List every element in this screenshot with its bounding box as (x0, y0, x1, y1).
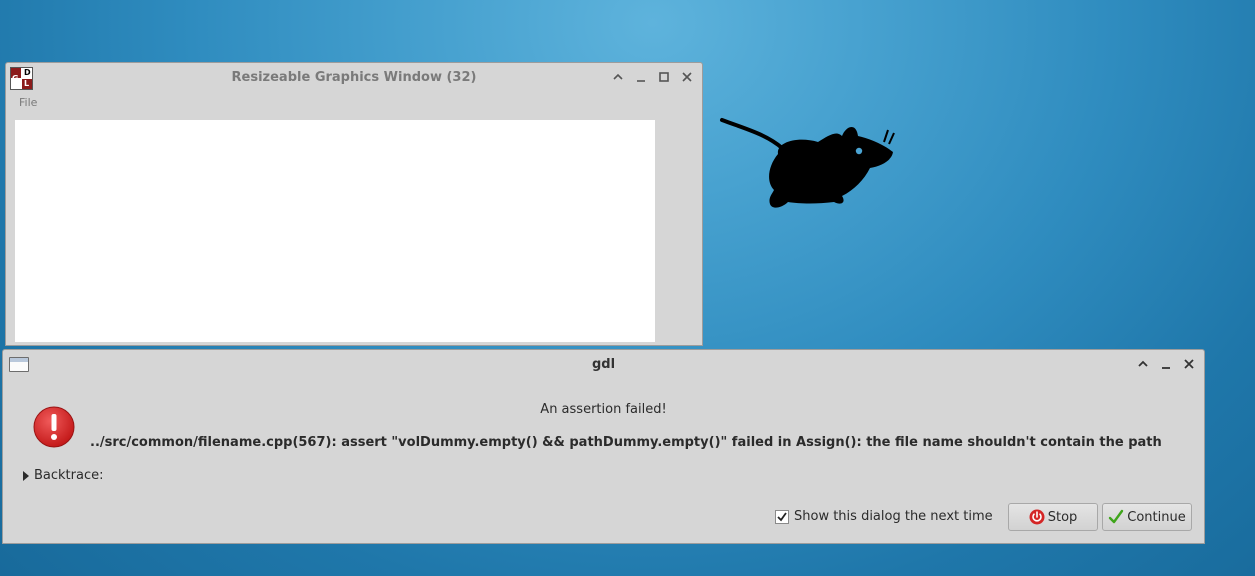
expander-arrow-icon (23, 470, 29, 481)
graphics-canvas[interactable] (15, 120, 655, 342)
checkmark-icon (777, 511, 787, 521)
chevron-up-icon (613, 73, 623, 80)
xfce-mouse-icon (720, 118, 895, 208)
close-icon (682, 72, 692, 82)
maximize-button[interactable] (655, 68, 673, 86)
backtrace-expander[interactable]: Backtrace: (23, 468, 104, 483)
dialog-minimize-button[interactable] (1157, 355, 1175, 373)
stop-label: Stop (1047, 509, 1078, 525)
continue-label: Continue (1127, 509, 1186, 525)
checkmark-icon (1109, 509, 1124, 524)
assertion-dialog: gdl An assertion failed! ../src/common/f… (2, 349, 1205, 544)
menu-file[interactable]: File (19, 96, 37, 109)
show-dialog-checkbox[interactable]: Show this dialog the next time (775, 509, 993, 524)
continue-button[interactable]: Continue (1102, 503, 1192, 531)
backtrace-label: Backtrace: (34, 468, 104, 483)
checkbox-box[interactable] (775, 509, 789, 524)
stop-button[interactable]: Stop (1008, 503, 1098, 531)
dialog-shade-button[interactable] (1134, 355, 1152, 373)
minimize-button[interactable] (632, 68, 650, 86)
maximize-icon (659, 72, 669, 82)
graphics-window-titlebar[interactable]: G D L Resizeable Graphics Window (32) (6, 63, 702, 91)
shade-button[interactable] (609, 68, 627, 86)
graphics-window-title: Resizeable Graphics Window (32) (231, 70, 477, 85)
dialog-titlebar[interactable]: gdl (3, 350, 1204, 378)
close-button[interactable] (678, 68, 696, 86)
close-icon (1184, 359, 1194, 369)
graphics-window: G D L Resizeable Graphics Window (32) Fi… (5, 62, 703, 346)
chevron-up-icon (1138, 360, 1148, 367)
minimize-icon (637, 80, 645, 82)
dialog-heading: An assertion failed! (540, 402, 667, 417)
minimize-icon (1162, 367, 1170, 369)
dialog-title: gdl (591, 357, 616, 372)
show-dialog-label: Show this dialog the next time (794, 509, 993, 524)
assertion-message: ../src/common/filename.cpp(567): assert … (90, 435, 1162, 450)
dialog-close-button[interactable] (1180, 355, 1198, 373)
power-icon (1029, 509, 1045, 525)
